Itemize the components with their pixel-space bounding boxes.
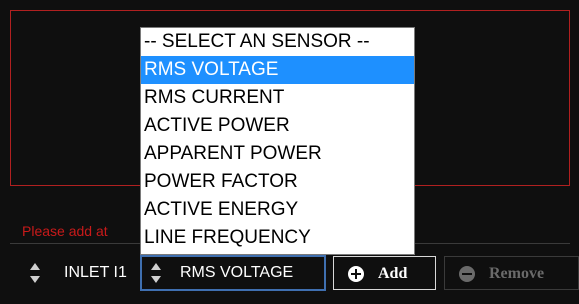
warning-message: Please add at [22, 223, 108, 239]
dropdown-option[interactable]: ACTIVE ENERGY [141, 196, 414, 224]
dropdown-option[interactable]: ACTIVE POWER [141, 112, 414, 140]
remove-button-label: Remove [489, 265, 545, 282]
minus-circle-icon [459, 266, 475, 282]
dropdown-option[interactable]: APPARENT POWER [141, 140, 414, 168]
dropdown-option-highlighted[interactable]: RMS VOLTAGE [141, 56, 414, 84]
dropdown-option[interactable]: -- SELECT AN SENSOR -- [141, 28, 414, 56]
sensor-select[interactable]: RMS VOLTAGE [140, 255, 326, 291]
remove-button[interactable]: Remove [444, 256, 579, 290]
inlet-select-value: INLET I1 [64, 264, 127, 281]
sensor-dropdown-list: -- SELECT AN SENSOR -- RMS VOLTAGE RMS C… [140, 27, 415, 255]
plus-circle-icon [348, 266, 364, 282]
sensor-select-value: RMS VOLTAGE [180, 264, 294, 281]
sort-arrows-icon [149, 261, 163, 285]
dropdown-option[interactable]: RMS CURRENT [141, 84, 414, 112]
add-button[interactable]: Add [333, 256, 436, 290]
dropdown-option[interactable]: LINE FREQUENCY [141, 224, 414, 252]
dropdown-option[interactable]: POWER FACTOR [141, 168, 414, 196]
sort-arrows-icon [28, 261, 42, 285]
add-button-label: Add [378, 265, 408, 282]
inlet-select[interactable]: INLET I1 [20, 256, 138, 290]
